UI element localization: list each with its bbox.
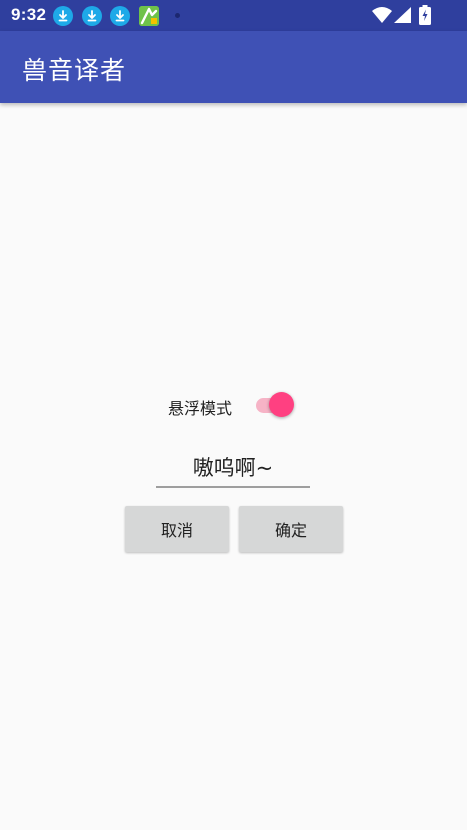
download-icon (53, 6, 73, 26)
float-mode-switch[interactable] (254, 392, 298, 418)
screen: 9:32 兽音译者 悬浮模式 嗷呜啊~ 取消 确定 (0, 0, 467, 830)
battery-charging-icon (419, 5, 431, 29)
dot-icon (175, 13, 180, 18)
sound-input-value: 嗷呜啊~ (192, 456, 274, 480)
float-mode-row: 悬浮模式 (168, 392, 308, 418)
app-title: 兽音译者 (22, 56, 127, 85)
cancel-button[interactable]: 取消 (125, 506, 229, 552)
app-notification-icon (139, 6, 159, 26)
wifi-icon (372, 7, 392, 27)
float-mode-label: 悬浮模式 (168, 399, 233, 418)
sound-input-field[interactable]: 嗷呜啊~ (156, 448, 310, 488)
status-time: 9:32 (11, 5, 47, 24)
status-bar: 9:32 (0, 0, 467, 31)
input-underline (156, 486, 310, 488)
app-bar: 兽音译者 (0, 31, 467, 103)
cellular-signal-icon (394, 7, 411, 27)
confirm-button[interactable]: 确定 (239, 506, 343, 552)
switch-thumb (269, 392, 294, 417)
download-icon (110, 6, 130, 26)
download-icon (82, 6, 102, 26)
